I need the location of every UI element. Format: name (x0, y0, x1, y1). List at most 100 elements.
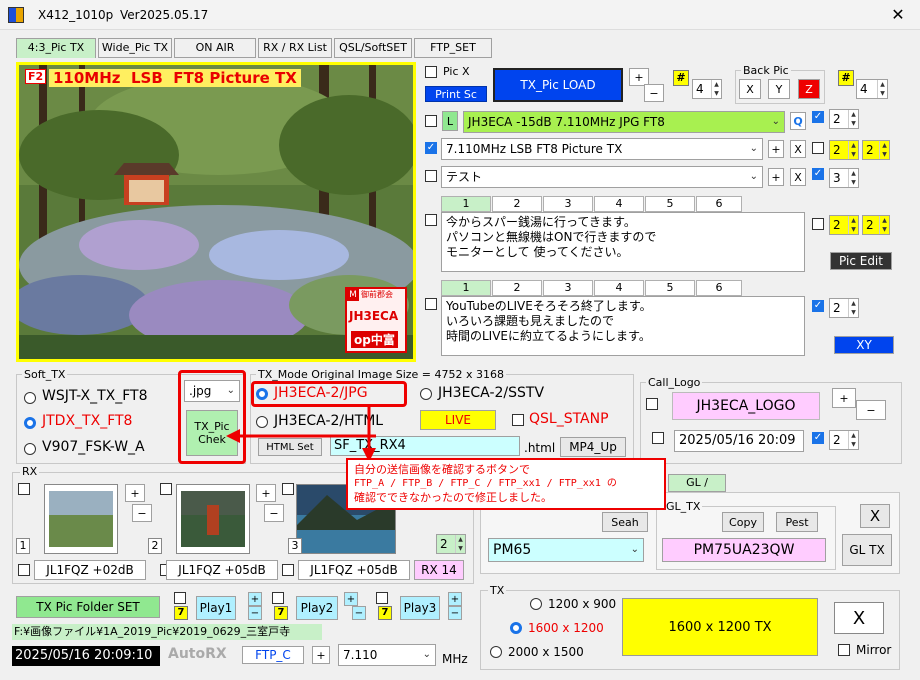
pic-edit-button[interactable]: Pic Edit (830, 252, 892, 270)
memo2-textarea[interactable]: YouTubeのLIVEそろそろ終了します。 いろいろ課題も見えましたので 時間のL… (441, 296, 805, 356)
tab-qsl-softset[interactable]: QSL/SoftSET (334, 38, 412, 58)
gl-x-button[interactable]: X (860, 504, 890, 528)
soft-tx-radio-wsjt[interactable] (24, 392, 36, 404)
memo1-tab-4[interactable]: 4 (594, 196, 644, 212)
call-logo-checkbox[interactable] (646, 398, 658, 410)
spin-arrows-icon[interactable]: ▲ ▼ (879, 141, 889, 159)
row2-spin2[interactable]: 2 ▲ ▼ (862, 140, 890, 160)
pm65-combo[interactable]: PM65 ⌄ (488, 538, 644, 562)
rx2-minus-button[interactable]: − (264, 504, 284, 522)
memo1-tab-2[interactable]: 2 (492, 196, 542, 212)
backpic-spin[interactable]: 4 ▲ ▼ (856, 79, 888, 99)
picx-minus-button[interactable]: − (644, 84, 664, 102)
seah-button[interactable]: Seah (602, 512, 648, 532)
rx14-button[interactable]: RX 14 (414, 560, 464, 580)
tx-mode-radio-jpg[interactable] (256, 388, 268, 400)
play1-button[interactable]: Play1 (196, 596, 236, 620)
rx1-call-checkbox[interactable] (18, 564, 30, 576)
play2-plus[interactable]: + (344, 592, 358, 606)
call-logo-button[interactable]: JH3ECA_LOGO (672, 392, 820, 420)
rx1-plus-button[interactable]: + (125, 484, 145, 502)
qsl-stanp-checkbox[interactable] (512, 414, 524, 426)
rx1-minus-button[interactable]: − (132, 504, 152, 522)
memo1-spin1[interactable]: 2 ▲ ▼ (829, 215, 859, 235)
spin-arrows-icon[interactable]: ▲ ▼ (848, 216, 858, 234)
row2-checkbox[interactable]: ✓ (425, 142, 437, 154)
row2-x-button[interactable]: X (790, 140, 806, 158)
row3-checkbox[interactable] (425, 170, 437, 182)
spin-arrows-icon[interactable]: ▲ ▼ (848, 169, 858, 187)
rx2-call[interactable]: JL1FQZ +05dB (166, 560, 278, 580)
tab-wide-pic-tx[interactable]: Wide_Pic TX (98, 38, 172, 58)
spin-arrows-icon[interactable]: ▲ ▼ (455, 535, 465, 553)
spin-arrows-icon[interactable]: ▲ ▼ (848, 299, 858, 317)
rx3-call-checkbox[interactable] (282, 564, 294, 576)
gl-tab[interactable]: GL / (668, 474, 726, 492)
xy-button[interactable]: XY (834, 336, 894, 354)
tab-rx-list[interactable]: RX / RX List (258, 38, 332, 58)
tx-x-button[interactable]: X (834, 602, 884, 634)
row3-combo[interactable]: テスト ⌄ (441, 166, 763, 188)
pest-button[interactable]: Pest (776, 512, 818, 532)
ext-combo[interactable]: .jpg ⌄ (184, 380, 240, 402)
memo2-tab-5[interactable]: 5 (645, 280, 695, 296)
memo2-tab-6[interactable]: 6 (696, 280, 742, 296)
tab-4-3-pic-tx[interactable]: 4:3_Pic TX (16, 38, 96, 58)
row1-spin[interactable]: 2 ▲ ▼ (829, 109, 859, 129)
memo1-checkbox[interactable] (425, 214, 437, 226)
play3-plus[interactable]: + (448, 592, 462, 606)
row3-spin[interactable]: 3 ▲ ▼ (829, 168, 859, 188)
mirror-checkbox[interactable] (838, 644, 850, 656)
tab-on-air[interactable]: ON AIR (174, 38, 256, 58)
row1-checkbox[interactable] (425, 115, 437, 127)
play1-minus[interactable]: − (248, 606, 262, 620)
row1-check2[interactable]: ✓ (812, 111, 824, 123)
row3-check2[interactable]: ✓ (812, 168, 824, 180)
tx-size-radio-1200[interactable] (530, 598, 542, 610)
rx1-thumb[interactable] (44, 484, 118, 554)
tab-ftp-set[interactable]: FTP_SET (414, 38, 492, 58)
freq-plus-button[interactable]: + (312, 646, 330, 664)
play1-plus[interactable]: + (248, 592, 262, 606)
row2-spin1[interactable]: 2 ▲ ▼ (829, 140, 859, 160)
memo1-tab-1[interactable]: 1 (441, 196, 491, 212)
memo2-spin[interactable]: 2 ▲ ▼ (829, 298, 859, 318)
tx-mode-radio-sstv[interactable] (420, 388, 432, 400)
freq-combo[interactable]: 7.110 ⌄ (338, 644, 436, 666)
memo2-tab-1[interactable]: 1 (441, 280, 491, 296)
play3-minus[interactable]: − (448, 606, 462, 620)
call-logo-spin[interactable]: 2 ▲ ▼ (829, 430, 859, 450)
memo1-tab-6[interactable]: 6 (696, 196, 742, 212)
date-check2[interactable]: ✓ (812, 432, 824, 444)
rx3-call[interactable]: JL1FQZ +05dB (298, 560, 410, 580)
close-icon[interactable]: ✕ (884, 4, 912, 26)
memo2-tab-4[interactable]: 4 (594, 280, 644, 296)
rx2-thumb[interactable] (176, 484, 250, 554)
row2-combo[interactable]: 7.110MHz LSB FT8 Picture TX ⌄ (441, 138, 763, 160)
memo1-check2[interactable] (812, 218, 824, 230)
pm75-field[interactable]: PM75UA23QW (662, 538, 826, 562)
play3-checkbox[interactable] (376, 592, 388, 604)
memo2-check2[interactable]: ✓ (812, 300, 824, 312)
rx3-checkbox[interactable] (282, 483, 294, 495)
soft-tx-radio-jtdx[interactable] (24, 417, 36, 429)
call-logo-minus-button[interactable]: − (856, 400, 886, 420)
tx-size-radio-2000[interactable] (490, 646, 502, 658)
live-button[interactable]: LIVE (420, 410, 496, 430)
date-input[interactable]: 2025/05/16 20:09 (674, 430, 804, 452)
copy-button[interactable]: Copy (722, 512, 764, 532)
memo2-tab-2[interactable]: 2 (492, 280, 542, 296)
rx2-checkbox[interactable] (160, 483, 172, 495)
row2-check2[interactable] (812, 142, 824, 154)
soft-tx-radio-v907[interactable] (24, 443, 36, 455)
play2-button[interactable]: Play2 (296, 596, 338, 620)
memo1-tab-3[interactable]: 3 (543, 196, 593, 212)
picx-checkbox[interactable] (425, 66, 437, 78)
gl-tx-button[interactable]: GL TX (842, 534, 892, 566)
rx-spin[interactable]: 2 ▲ ▼ (436, 534, 466, 554)
memo2-checkbox[interactable] (425, 298, 437, 310)
spin-arrows-icon[interactable]: ▲ ▼ (848, 110, 858, 128)
play1-checkbox[interactable] (174, 592, 186, 604)
backpic-z-button[interactable]: Z (798, 79, 820, 99)
play2-minus[interactable]: − (352, 606, 366, 620)
